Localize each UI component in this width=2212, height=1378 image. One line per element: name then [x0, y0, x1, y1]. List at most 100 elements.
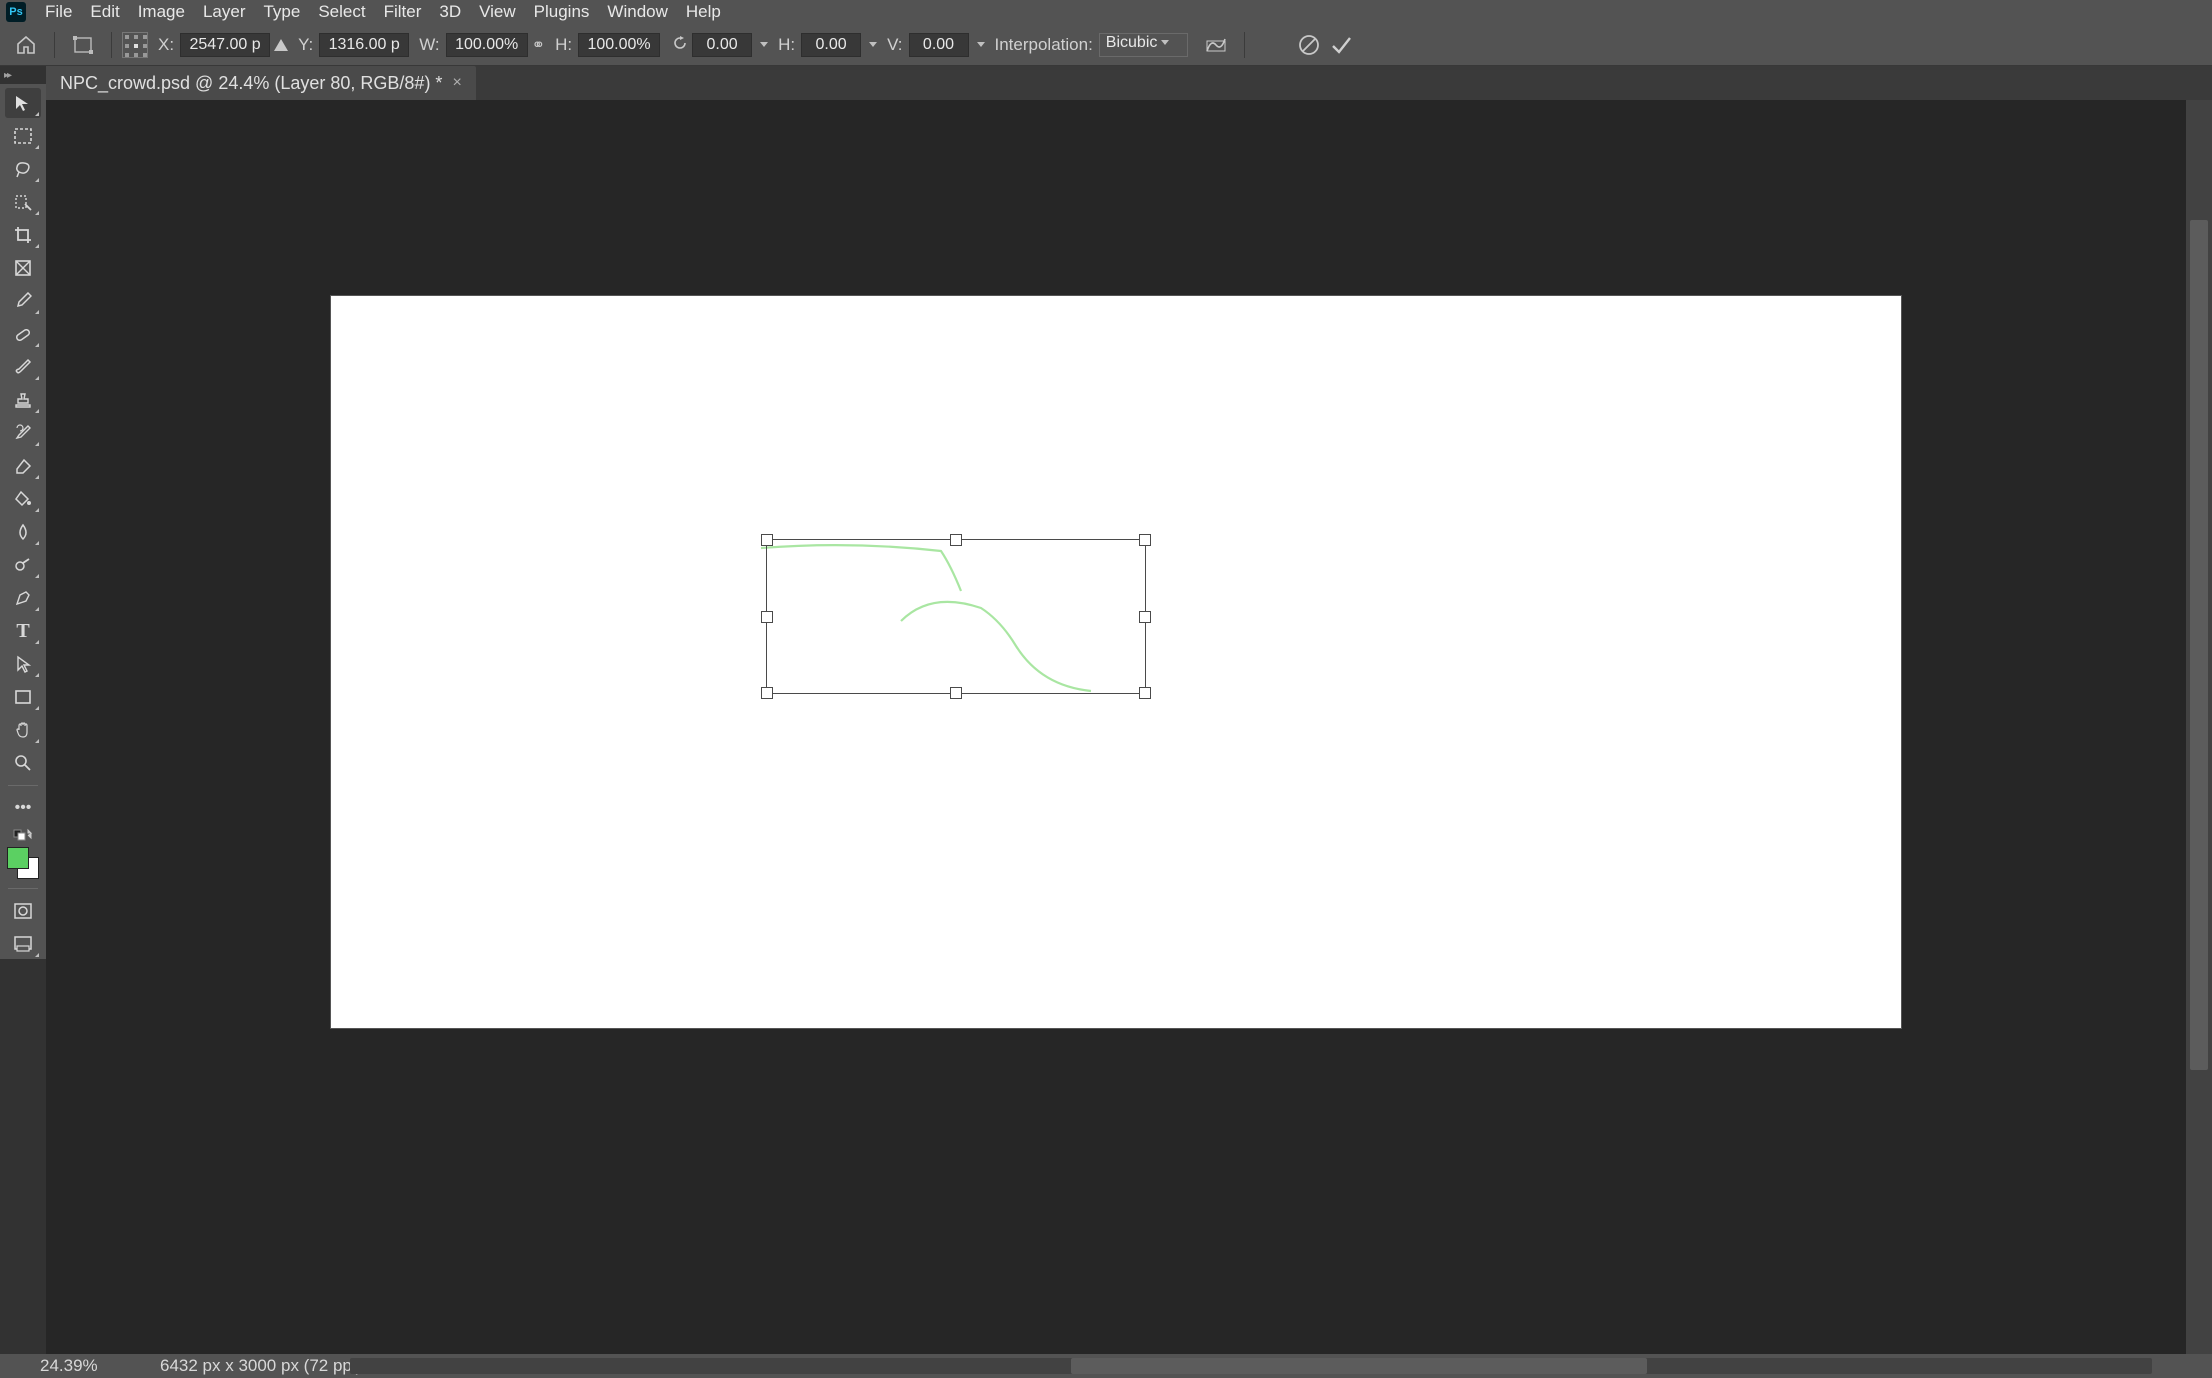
vertical-scrollbar-thumb[interactable] [2190, 220, 2208, 1070]
move-tool[interactable] [5, 88, 41, 118]
quick-mask-button[interactable] [5, 896, 41, 926]
menu-window[interactable]: Window [598, 2, 676, 22]
type-tool[interactable]: T [5, 616, 41, 646]
aspect-ratio-link-icon[interactable]: ⚭ [532, 35, 545, 55]
default-colors-button[interactable] [5, 826, 41, 842]
droplet-icon [15, 523, 31, 541]
warp-modes-button[interactable] [1198, 30, 1234, 60]
history-brush-tool[interactable] [5, 418, 41, 448]
crop-tool[interactable] [5, 220, 41, 250]
hand-icon [14, 721, 32, 739]
menu-image[interactable]: Image [129, 2, 194, 22]
lasso-icon [14, 160, 32, 178]
menu-select[interactable]: Select [309, 2, 374, 22]
quick-mask-icon [14, 903, 32, 919]
height-label: H: [555, 35, 572, 55]
menu-filter[interactable]: Filter [375, 2, 431, 22]
vertical-scrollbar[interactable] [2186, 100, 2212, 1354]
marquee-icon [14, 128, 32, 144]
lasso-tool[interactable] [5, 154, 41, 184]
document-canvas[interactable] [331, 296, 1901, 1028]
tools-panel: T ••• [0, 84, 46, 959]
free-transform-bounding-box[interactable] [766, 539, 1146, 694]
hand-tool[interactable] [5, 715, 41, 745]
menu-edit[interactable]: Edit [81, 2, 128, 22]
zoom-tool[interactable] [5, 748, 41, 778]
blur-tool[interactable] [5, 517, 41, 547]
screen-mode-button[interactable] [5, 929, 41, 959]
rotate-icon [672, 34, 688, 55]
transform-handle-top-middle[interactable] [950, 534, 962, 546]
chevron-down-icon[interactable] [977, 42, 985, 47]
cancel-transform-button[interactable] [1295, 31, 1323, 59]
warp-icon [1205, 35, 1227, 55]
v-skew-input[interactable] [909, 33, 969, 57]
status-zoom-level[interactable]: 24.39% [40, 1356, 120, 1376]
rectangle-tool[interactable] [5, 682, 41, 712]
h-skew-input[interactable] [801, 33, 861, 57]
menu-layer[interactable]: Layer [194, 2, 255, 22]
width-input[interactable] [446, 33, 528, 57]
close-tab-button[interactable]: × [452, 74, 461, 92]
transform-handle-bottom-left[interactable] [761, 687, 773, 699]
quick-selection-tool[interactable] [5, 187, 41, 217]
canvas-workspace[interactable] [46, 100, 2186, 1354]
arrow-cursor-icon [15, 655, 31, 673]
interpolation-select[interactable]: Bicubic [1099, 33, 1189, 57]
pen-tool[interactable] [5, 583, 41, 613]
clone-stamp-tool[interactable] [5, 385, 41, 415]
transform-handle-top-left[interactable] [761, 534, 773, 546]
options-bar: X: Y: W: ⚭ H: H: V: Interpolation: Bicub… [0, 24, 2212, 66]
relative-positioning-icon[interactable] [274, 39, 288, 51]
y-position-label: Y: [298, 35, 313, 55]
h-skew-label: H: [778, 35, 795, 55]
transform-handle-top-right[interactable] [1139, 534, 1151, 546]
y-position-input[interactable] [319, 33, 409, 57]
menu-file[interactable]: File [36, 2, 81, 22]
eraser-tool[interactable] [5, 451, 41, 481]
transform-handle-middle-left[interactable] [761, 611, 773, 623]
crop-icon [14, 226, 32, 244]
bandage-icon [14, 325, 32, 343]
move-scale-icon [72, 35, 94, 55]
commit-transform-button[interactable] [1327, 31, 1355, 59]
rotate-input[interactable] [692, 33, 752, 57]
home-button[interactable] [8, 30, 44, 60]
color-swatches[interactable] [5, 845, 41, 881]
horizontal-scrollbar-thumb[interactable] [1071, 1358, 1648, 1374]
document-tab[interactable]: NPC_crowd.psd @ 24.4% (Layer 80, RGB/8#)… [46, 66, 476, 100]
panel-expand-icon[interactable]: ▸▸ [4, 70, 10, 81]
chevron-down-icon[interactable] [760, 42, 768, 47]
path-selection-tool[interactable] [5, 649, 41, 679]
reference-point-widget[interactable] [122, 32, 148, 58]
eraser-icon [14, 457, 32, 475]
gradient-tool[interactable] [5, 484, 41, 514]
menu-type[interactable]: Type [254, 2, 309, 22]
brush-tool[interactable] [5, 352, 41, 382]
frame-tool[interactable] [5, 253, 41, 283]
rectangle-icon [14, 689, 32, 705]
transform-handle-bottom-right[interactable] [1139, 687, 1151, 699]
foreground-color-swatch[interactable] [7, 847, 29, 869]
stamp-icon [14, 391, 32, 409]
horizontal-scrollbar[interactable] [350, 1358, 2152, 1374]
transform-tool-icon[interactable] [65, 30, 101, 60]
marquee-tool[interactable] [5, 121, 41, 151]
height-input[interactable] [578, 33, 660, 57]
cancel-icon [1298, 34, 1320, 56]
transform-handle-middle-right[interactable] [1139, 611, 1151, 623]
transform-handle-bottom-middle[interactable] [950, 687, 962, 699]
menu-help[interactable]: Help [677, 2, 730, 22]
status-document-info[interactable]: 6432 px x 3000 px (72 ppi) [160, 1356, 361, 1376]
menu-view[interactable]: View [470, 2, 525, 22]
menu-plugins[interactable]: Plugins [525, 2, 599, 22]
dodge-tool[interactable] [5, 550, 41, 580]
healing-brush-tool[interactable] [5, 319, 41, 349]
chevron-down-icon[interactable] [869, 42, 877, 47]
eyedropper-tool[interactable] [5, 286, 41, 316]
frame-icon [14, 259, 32, 277]
edit-toolbar-button[interactable]: ••• [5, 793, 41, 823]
menu-3d[interactable]: 3D [430, 2, 470, 22]
x-position-input[interactable] [180, 33, 270, 57]
app-logo-icon: Ps [6, 2, 26, 22]
